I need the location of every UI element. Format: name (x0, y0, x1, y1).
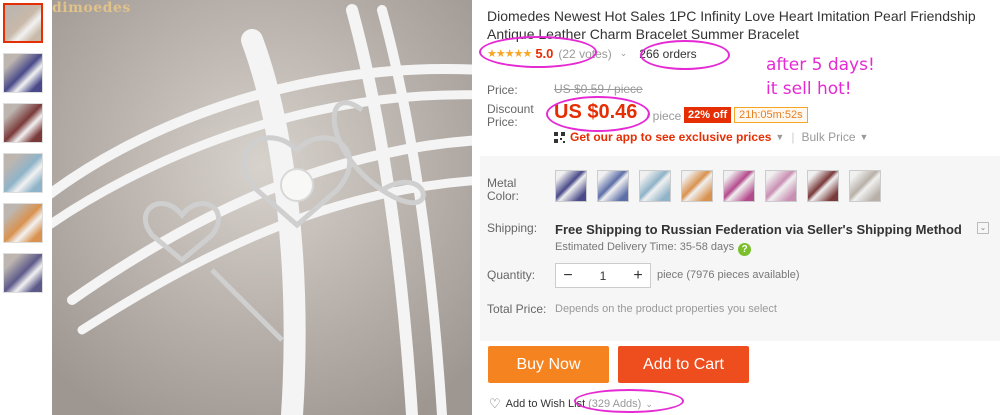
color-swatch[interactable] (681, 170, 713, 202)
delivery-estimate-text: Estimated Delivery Time: 35-58 days (555, 241, 735, 253)
annotation-line-1: after 5 days! (766, 55, 875, 75)
chevron-down-icon[interactable]: ⌄ (620, 48, 628, 59)
color-swatch[interactable] (555, 170, 587, 202)
chevron-down-icon[interactable]: ⌄ (977, 222, 989, 234)
shipping-label: Shipping: (487, 221, 538, 235)
color-swatch[interactable] (597, 170, 629, 202)
increment-button[interactable]: + (626, 267, 650, 285)
thumbnail-3[interactable] (3, 103, 43, 143)
annotation-oval-orders (640, 40, 730, 70)
buy-now-button[interactable]: Buy Now (488, 346, 609, 383)
quantity-stepper: − 1 + (555, 263, 651, 288)
color-swatch[interactable] (639, 170, 671, 202)
bracelet-illustration (52, 0, 472, 415)
delivery-estimate: Estimated Delivery Time: 35-58 days? (555, 241, 752, 256)
chevron-down-icon[interactable]: ▼ (860, 132, 869, 142)
bulk-price-link[interactable]: Bulk Price (801, 130, 855, 144)
divider: | (791, 130, 795, 144)
original-price: US $0.59 / piece (554, 82, 643, 96)
total-price-label: Total Price: (487, 302, 547, 316)
thumbnail-list (3, 3, 45, 303)
annotation-text: after 5 days! it sell hot! (766, 53, 875, 101)
app-promo-link[interactable]: Get our app to see exclusive prices (570, 130, 771, 144)
help-icon[interactable]: ? (738, 243, 752, 256)
price-label: Price: (487, 83, 518, 97)
discount-badge: 22% off (684, 107, 732, 123)
annotation-line-2: it sell hot! (766, 79, 852, 99)
quantity-input[interactable]: 1 (580, 269, 626, 283)
thumbnail-6[interactable] (3, 253, 43, 293)
quantity-label: Quantity: (487, 268, 536, 282)
brand-watermark: dimoedes (52, 0, 131, 16)
decrement-button[interactable]: − (556, 267, 580, 285)
annotation-oval-wishlist (574, 389, 684, 413)
annotation-oval-price (546, 96, 650, 132)
color-swatch[interactable] (765, 170, 797, 202)
per-piece-unit: / piece (646, 109, 682, 123)
qr-code-icon (554, 131, 565, 143)
metal-color-label: Metal Color: (487, 176, 520, 203)
heart-icon[interactable]: ♡ (489, 396, 501, 412)
color-swatch[interactable] (807, 170, 839, 202)
color-swatch[interactable] (849, 170, 881, 202)
color-swatch[interactable] (723, 170, 755, 202)
product-main-image[interactable]: dimoedes (52, 0, 472, 415)
annotation-oval-rating (479, 36, 597, 68)
thumbnail-4[interactable] (3, 153, 43, 193)
color-swatch-list (555, 170, 891, 202)
shipping-method: Free Shipping to Russian Federation via … (555, 222, 962, 237)
countdown-timer: 21h:05m:52s (734, 107, 808, 123)
app-promo-row: Get our app to see exclusive prices ▼ | … (554, 130, 868, 144)
total-price-value: Depends on the product properties you se… (555, 303, 777, 315)
thumbnail-5[interactable] (3, 203, 43, 243)
thumbnail-1[interactable] (3, 3, 43, 43)
thumbnail-2[interactable] (3, 53, 43, 93)
chevron-down-icon[interactable]: ▼ (775, 132, 784, 142)
add-to-cart-button[interactable]: Add to Cart (618, 346, 749, 383)
discount-price-label: Discount Price: (487, 102, 534, 129)
quantity-available: piece (7976 pieces available) (657, 269, 800, 281)
